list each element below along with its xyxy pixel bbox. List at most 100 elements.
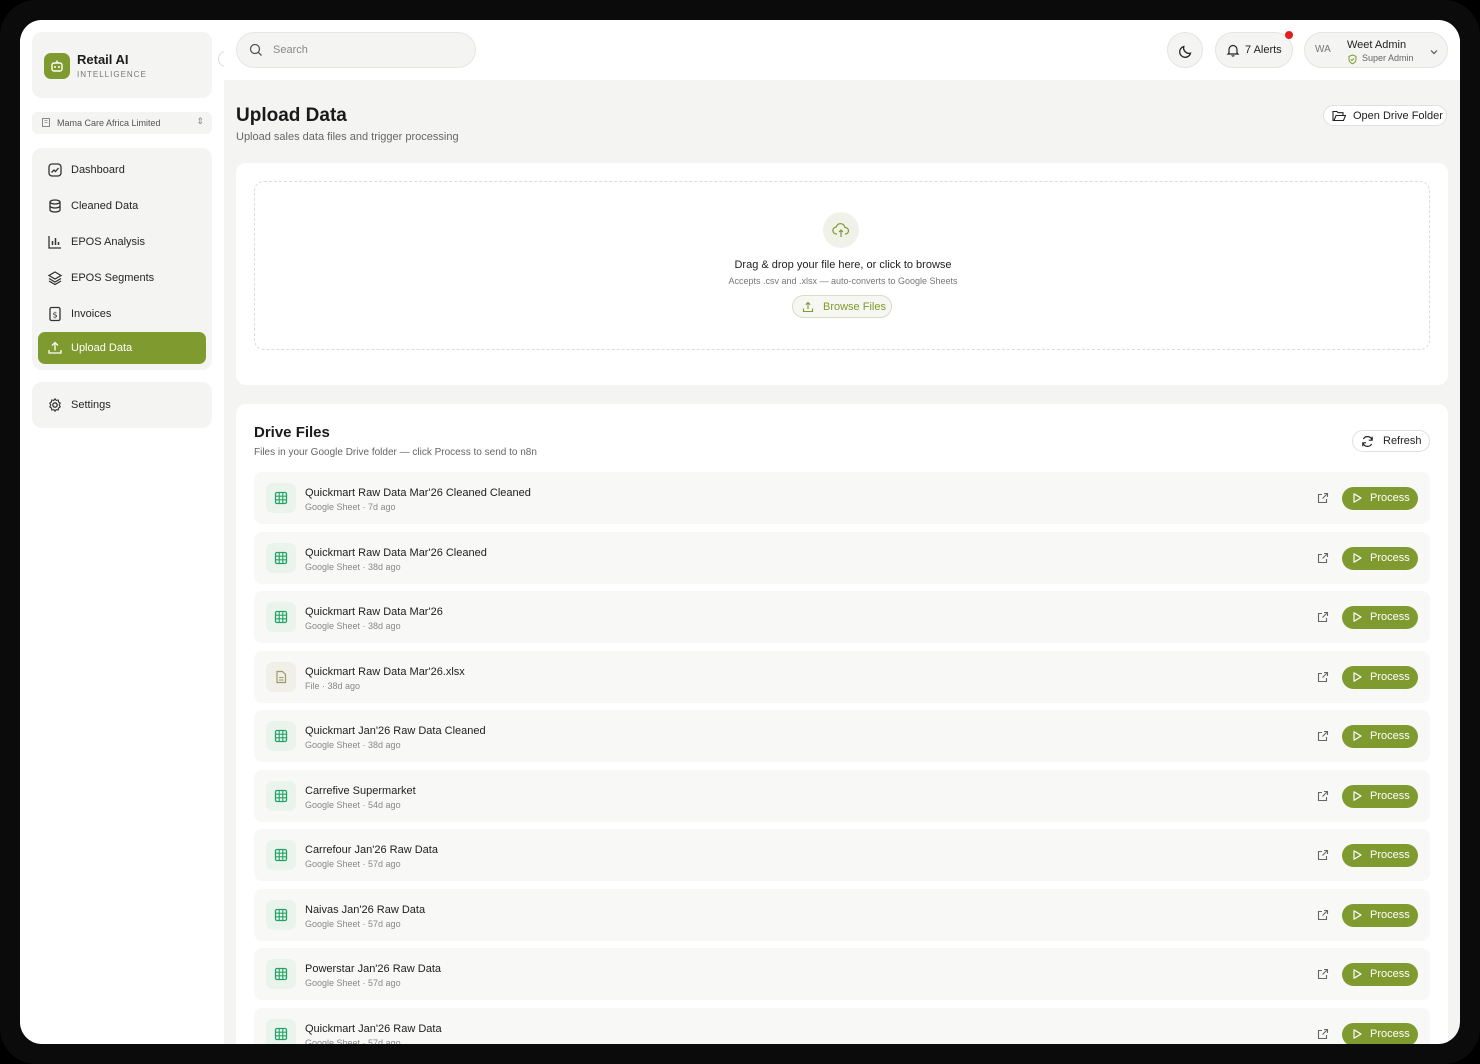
chevron-down-icon: [1429, 44, 1439, 62]
external-link-icon[interactable]: [1317, 551, 1331, 565]
sidebar-item-label: Dashboard: [71, 164, 125, 176]
file-meta: Google Sheet · 54d ago: [305, 799, 401, 810]
refresh-icon: [1361, 435, 1374, 451]
external-link-icon[interactable]: [1317, 729, 1331, 743]
sidebar-item-dashboard[interactable]: Dashboard: [38, 154, 206, 186]
app-screen: Retail AI INTELLIGENCE ‹ Mama Care Afric…: [20, 20, 1460, 1044]
file-name: Carrefive Supermarket: [305, 784, 416, 797]
svg-text:$: $: [52, 311, 57, 320]
sidebar-nav: Dashboard Cleaned Data EPOS Analysis EPO…: [32, 148, 212, 370]
org-selector-value: Mama Care Africa Limited: [57, 118, 161, 128]
process-label: Process: [1370, 908, 1410, 921]
bell-icon: [1226, 43, 1240, 60]
file-name: Naivas Jan'26 Raw Data: [305, 903, 426, 916]
file-icon: [266, 661, 296, 692]
search-icon: [249, 43, 263, 62]
layers-icon: [47, 270, 63, 286]
brand-name: Retail AI: [77, 52, 129, 67]
process-button[interactable]: Process: [1342, 784, 1418, 808]
file-row: Carrefour Jan'26 Raw Data Google Sheet · …: [254, 829, 1430, 881]
process-button[interactable]: Process: [1342, 963, 1418, 986]
user-menu-button[interactable]: WA Weet Admin Super Admin: [1304, 32, 1448, 68]
file-meta: Google Sheet · 57d ago: [305, 918, 401, 929]
process-button[interactable]: Process: [1342, 844, 1418, 867]
process-button[interactable]: Process: [1342, 903, 1418, 927]
alerts-button[interactable]: 7 Alerts: [1215, 31, 1293, 68]
dropzone-subtitle: Accepts .csv and .xlsx — auto-converts t…: [728, 276, 958, 286]
sidebar-item-label: Settings: [71, 399, 111, 411]
process-button[interactable]: Process: [1342, 546, 1418, 570]
process-button[interactable]: Process: [1342, 487, 1418, 510]
external-link-icon[interactable]: [1317, 908, 1331, 922]
user-role: Super Admin: [1362, 53, 1414, 63]
gear-icon: [47, 397, 63, 413]
file-row: Quickmart Raw Data Mar'26.xlsx File · 38d…: [254, 650, 1430, 703]
external-link-icon[interactable]: [1317, 491, 1331, 505]
open-drive-folder-button[interactable]: Open Drive Folder: [1323, 105, 1447, 126]
building-icon: [41, 117, 51, 129]
org-selector[interactable]: Mama Care Africa Limited ⇕: [32, 112, 212, 134]
process-button[interactable]: Process: [1342, 606, 1418, 629]
sidebar-item-label: EPOS Analysis: [71, 236, 145, 248]
sidebar-item-label: EPOS Segments: [71, 272, 155, 284]
search-input[interactable]: [273, 41, 463, 59]
database-icon: [47, 198, 63, 214]
file-row: Quickmart Raw Data Mar'26 Cleaned Google …: [254, 531, 1430, 584]
file-row: Quickmart Jan'26 Raw Data Cleaned Google …: [254, 710, 1430, 762]
file-meta: Google Sheet · 38d ago: [305, 561, 401, 572]
spreadsheet-icon: [266, 780, 296, 811]
external-link-icon[interactable]: [1317, 670, 1331, 684]
process-button[interactable]: Process: [1342, 725, 1418, 748]
sidebar-item-label: Upload Data: [71, 342, 133, 354]
process-button[interactable]: Process: [1342, 1022, 1418, 1044]
invoice-icon: $: [47, 306, 63, 322]
file-meta: File · 38d ago: [305, 680, 361, 691]
process-label: Process: [1370, 849, 1410, 861]
spreadsheet-icon: [266, 483, 296, 513]
sidebar-item-invoices[interactable]: $ Invoices: [38, 298, 206, 330]
sidebar-item-cleaned-data[interactable]: Cleaned Data: [38, 190, 206, 222]
upload-icon: [47, 340, 63, 356]
external-link-icon[interactable]: [1317, 848, 1331, 862]
cloud-upload-icon: [823, 212, 859, 248]
file-meta: Google Sheet · 57d ago: [305, 859, 401, 869]
external-link-icon[interactable]: [1317, 1027, 1331, 1041]
brand-card: Retail AI INTELLIGENCE ‹: [32, 32, 234, 98]
chart-line-icon: [47, 162, 63, 178]
file-name: Carrefour Jan'26 Raw Data: [305, 844, 438, 856]
process-label: Process: [1370, 1027, 1410, 1040]
sidebar-item-settings[interactable]: Settings: [38, 389, 206, 421]
sidebar-item-epos-analysis[interactable]: EPOS Analysis: [38, 226, 206, 258]
process-button[interactable]: Process: [1342, 665, 1418, 689]
file-name: Quickmart Jan'26 Raw Data: [305, 1022, 442, 1035]
sidebar-item-epos-segments[interactable]: EPOS Segments: [38, 262, 206, 294]
external-link-icon[interactable]: [1317, 789, 1331, 803]
refresh-button[interactable]: Refresh: [1352, 430, 1430, 452]
upload-icon: [802, 301, 814, 316]
sidebar-item-upload-data[interactable]: Upload Data: [38, 332, 206, 364]
alerts-count: 7 Alerts: [1245, 44, 1282, 56]
page-subtitle: Upload sales data files and trigger proc…: [236, 131, 459, 143]
settings-card: Settings: [32, 382, 212, 428]
file-row: Quickmart Raw Data Mar'26 Cleaned Cleane…: [254, 472, 1430, 524]
process-label: Process: [1370, 968, 1410, 980]
browse-files-label: Browse Files: [823, 301, 886, 313]
external-link-icon[interactable]: [1317, 967, 1331, 981]
theme-toggle-button[interactable]: [1167, 32, 1203, 68]
browse-files-button[interactable]: Browse Files: [792, 295, 892, 318]
spreadsheet-icon: [266, 899, 296, 930]
dropzone-title: Drag & drop your file here, or click to …: [734, 259, 952, 271]
external-link-icon[interactable]: [1317, 610, 1331, 624]
top-bar: 7 Alerts WA Weet Admin Super Admin: [224, 20, 1460, 80]
drive-files-subtitle: Files in your Google Drive folder — clic…: [254, 447, 537, 458]
alert-dot: [1285, 31, 1293, 39]
upload-card: Drag & drop your file here, or click to …: [236, 163, 1448, 385]
file-dropzone[interactable]: Drag & drop your file here, or click to …: [254, 181, 1430, 350]
drive-files-title: Drive Files: [254, 424, 330, 441]
process-label: Process: [1370, 730, 1410, 742]
file-name: Quickmart Jan'26 Raw Data Cleaned: [305, 725, 486, 737]
user-name: Weet Admin: [1347, 39, 1407, 51]
file-row: Powerstar Jan'26 Raw Data Google Sheet · …: [254, 948, 1430, 1000]
process-label: Process: [1370, 551, 1410, 564]
spreadsheet-icon: [266, 721, 296, 751]
